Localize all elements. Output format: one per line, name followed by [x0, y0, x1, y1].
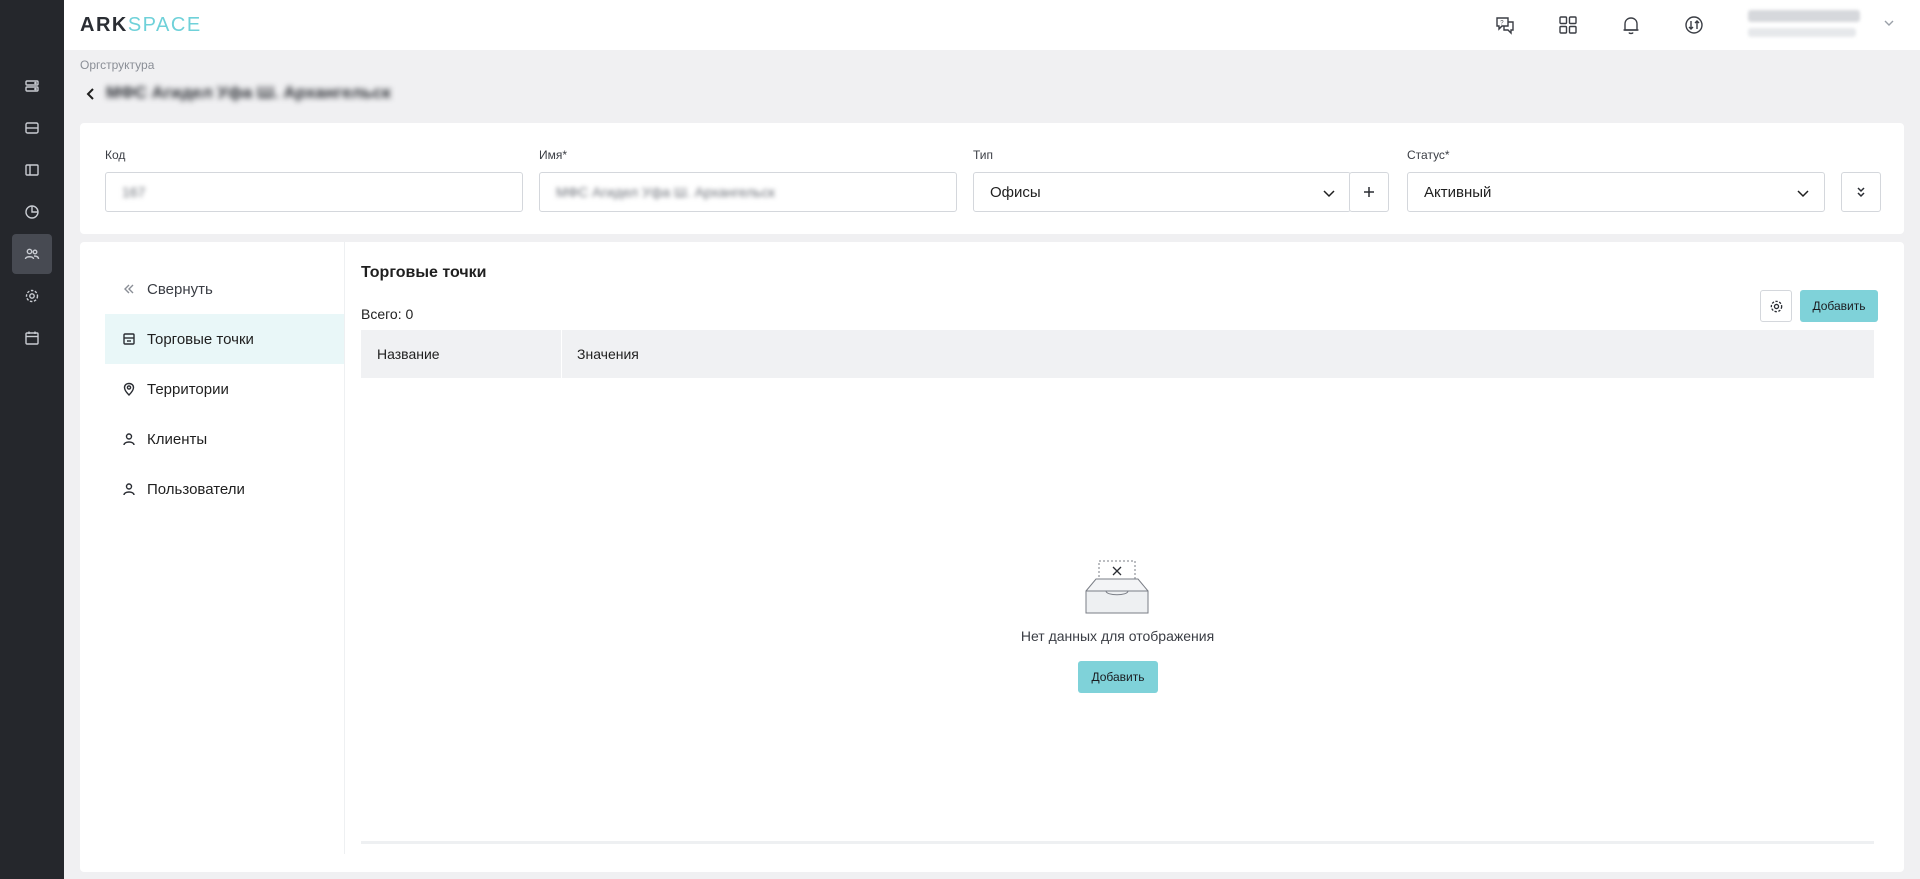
- top-header: ARKSPACE ?: [64, 0, 1920, 50]
- code-value: 167: [122, 184, 146, 200]
- code-label: Код: [105, 148, 126, 162]
- empty-state: Нет данных для отображения Добавить: [361, 330, 1874, 844]
- empty-add-button[interactable]: Добавить: [1078, 661, 1158, 693]
- type-select[interactable]: Офисы: [973, 172, 1351, 212]
- pie-chart-icon[interactable]: [12, 192, 52, 232]
- total-count: Всего: 0: [361, 306, 414, 322]
- apps-grid-icon[interactable]: [1556, 13, 1580, 37]
- calendar-icon[interactable]: [12, 318, 52, 358]
- menu-divider: [344, 242, 345, 854]
- chevron-down-icon: [1796, 186, 1810, 200]
- menu-item-label: Территории: [147, 380, 229, 398]
- store-icon: [121, 331, 137, 347]
- type-value: Офисы: [990, 183, 1041, 201]
- menu-item-users[interactable]: Пользователи: [105, 464, 345, 514]
- add-button[interactable]: Добавить: [1800, 290, 1878, 322]
- settings-icon[interactable]: [12, 276, 52, 316]
- add-type-button[interactable]: [1349, 172, 1389, 212]
- name-field[interactable]: МФС Агидел Уфа Ш. Архангельск: [539, 172, 957, 212]
- details-form: Код 167 Имя* МФС Агидел Уфа Ш. Архангель…: [80, 123, 1904, 234]
- panel-icon[interactable]: [12, 150, 52, 190]
- status-value: Активный: [1424, 183, 1492, 201]
- stores-table: Название Значения Нет данных для отображ…: [361, 330, 1874, 844]
- table-settings-button[interactable]: [1760, 290, 1792, 322]
- menu-item-label: Торговые точки: [147, 330, 254, 348]
- notifications-bell-icon[interactable]: [1619, 13, 1643, 37]
- collapse-menu-button[interactable]: Свернуть: [105, 264, 345, 314]
- chevron-down-icon[interactable]: [1882, 16, 1896, 30]
- main-panel: Свернуть Торговые точки Территории Клиен…: [80, 242, 1904, 872]
- chevron-down-icon: [1322, 186, 1336, 200]
- person-icon: [121, 481, 137, 497]
- menu-item-clients[interactable]: Клиенты: [105, 414, 345, 464]
- menu-item-label: Пользователи: [147, 480, 245, 498]
- name-label: Имя*: [539, 148, 568, 162]
- users-icon[interactable]: [12, 234, 52, 274]
- sync-icon[interactable]: [1682, 13, 1706, 37]
- logo-ark: ARK: [80, 14, 128, 36]
- logo-space: SPACE: [127, 14, 202, 36]
- back-arrow-icon[interactable]: [84, 87, 98, 101]
- code-field[interactable]: 167: [105, 172, 523, 212]
- menu-item-stores[interactable]: Торговые точки: [105, 314, 345, 364]
- empty-inbox-icon: [1085, 560, 1149, 614]
- page-title: МФС Агидел Уфа Ш. Архангельск: [106, 83, 391, 102]
- type-label: Тип: [973, 148, 994, 162]
- empty-message: Нет данных для отображения: [1020, 628, 1215, 644]
- user-profile[interactable]: [1748, 10, 1872, 40]
- section-title: Торговые точки: [361, 264, 487, 281]
- user-name: [1748, 10, 1860, 22]
- menu-item-territories[interactable]: Территории: [105, 364, 345, 414]
- user-role: [1748, 28, 1856, 37]
- support-chat-icon[interactable]: ?: [1493, 13, 1517, 37]
- map-pin-icon: [121, 381, 137, 397]
- breadcrumb[interactable]: Оргструктура: [80, 58, 154, 72]
- name-value: МФС Агидел Уфа Ш. Архангельск: [556, 184, 775, 200]
- person-icon: [121, 431, 137, 447]
- collapse-label: Свернуть: [147, 280, 213, 298]
- menu-item-label: Клиенты: [147, 430, 208, 448]
- database-icon[interactable]: [12, 108, 52, 148]
- app-logo[interactable]: ARKSPACE: [80, 14, 202, 37]
- expand-form-button[interactable]: [1841, 172, 1881, 212]
- left-nav-bar: [0, 0, 64, 879]
- status-select[interactable]: Активный: [1407, 172, 1825, 212]
- status-label: Статус*: [1407, 148, 1450, 162]
- double-chevron-left-icon: [121, 281, 137, 297]
- server-list-icon[interactable]: [12, 66, 52, 106]
